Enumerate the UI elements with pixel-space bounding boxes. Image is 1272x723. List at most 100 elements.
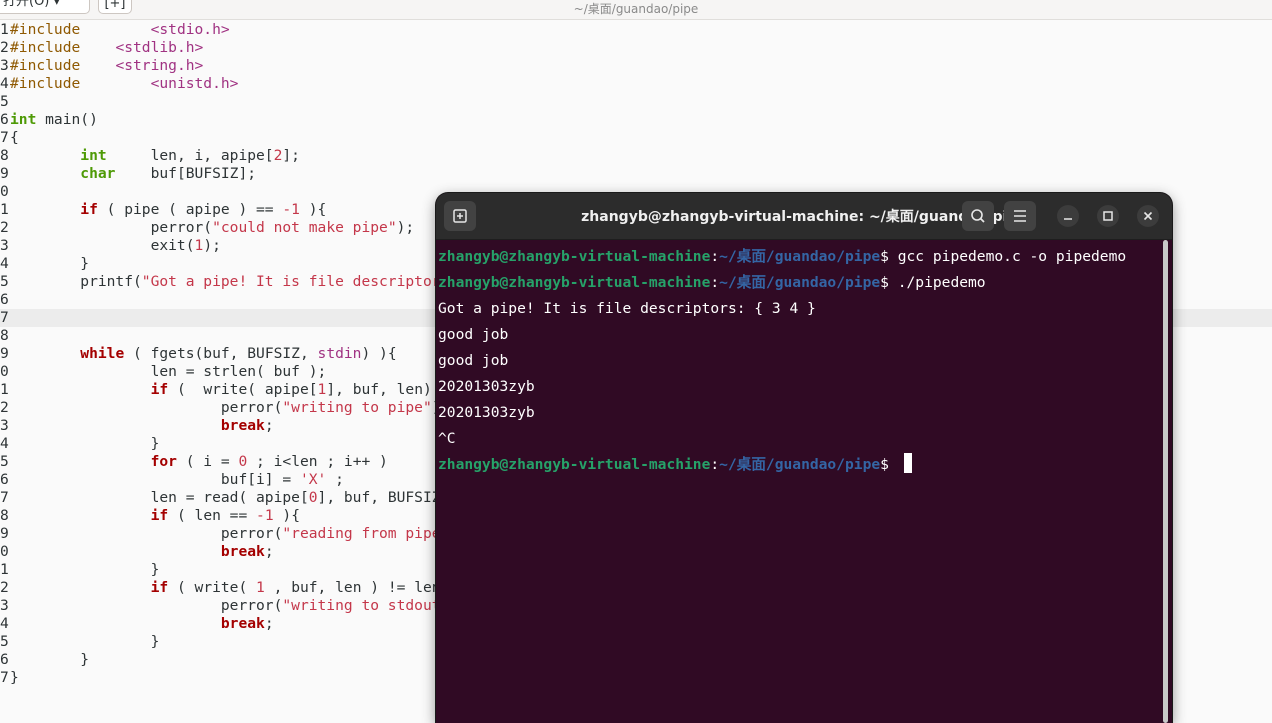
code-line: 4 } (0, 435, 159, 453)
code-line: 3 exit(1); (0, 237, 221, 255)
code-text: break; (220, 543, 274, 560)
terminal-cursor (903, 453, 912, 473)
code-line: 4 break; (0, 615, 274, 633)
code-line: 7{ (0, 129, 19, 147)
code-text: if ( pipe ( apipe ) == -1 ){ (80, 201, 327, 218)
code-line: 3 break; (0, 417, 274, 435)
terminal-window[interactable]: zhangyb@zhangyb-virtual-machine: ~/桌面/gu… (436, 193, 1172, 723)
code-line: 0 len = strlen( buf ); (0, 363, 326, 381)
code-line: 1#include <stdio.h> (0, 21, 230, 39)
line-number: 6 (0, 111, 9, 128)
terminal-scrollbar[interactable] (1163, 240, 1168, 723)
new-tab-icon (453, 209, 467, 223)
terminal-output-line: 20201303zyb (438, 378, 535, 395)
search-button[interactable] (962, 201, 994, 231)
code-line: 3#include <string.h> (0, 57, 203, 75)
code-line: 9 perror("reading from pipe"); (0, 525, 467, 543)
maximize-button[interactable] (1097, 205, 1119, 227)
line-number: 2 (0, 219, 9, 236)
code-line: 7} (0, 669, 19, 687)
search-icon (971, 209, 985, 223)
close-icon (1143, 211, 1153, 221)
new-tab-button-terminal[interactable] (444, 201, 476, 231)
code-line: 4#include <unistd.h> (0, 75, 238, 93)
terminal-prompt-line: zhangyb@zhangyb-virtual-machine:~/桌面/gua… (438, 248, 1127, 265)
menu-button[interactable] (1004, 201, 1036, 231)
code-text: if ( len == -1 ){ (150, 507, 300, 524)
code-line: 8 int len, i, apipe[2]; (0, 147, 300, 165)
line-number: 5 (0, 633, 9, 650)
line-number: 9 (0, 525, 9, 542)
code-line: 0 break; (0, 543, 274, 561)
maximize-icon (1103, 211, 1113, 221)
code-text: } (10, 651, 90, 668)
close-button[interactable] (1137, 205, 1159, 227)
code-text: } (10, 435, 160, 452)
code-line: 9 char buf[BUFSIZ]; (0, 165, 256, 183)
line-number: 4 (0, 435, 9, 452)
line-number: 5 (0, 273, 9, 290)
code-line: 2 perror("writing to pipe"); (0, 399, 449, 417)
line-number: 5 (0, 453, 9, 470)
terminal-output-line: ^C (438, 430, 456, 447)
line-number: 3 (0, 57, 9, 74)
code-line: 5 for ( i = 0 ; i<len ; i++ ) (0, 453, 388, 471)
terminal-output-line: good job (438, 352, 509, 369)
code-text: #include <string.h> (10, 57, 204, 74)
code-text: break; (220, 615, 274, 632)
code-text: { (10, 129, 19, 146)
code-line: 6 } (0, 651, 89, 669)
line-number: 8 (0, 327, 9, 344)
code-text: int len, i, apipe[2]; (80, 147, 300, 164)
line-number: 6 (0, 471, 9, 488)
line-number: 6 (0, 291, 9, 308)
line-number: 3 (0, 237, 9, 254)
line-number: 3 (0, 417, 9, 434)
code-line: 4 } (0, 255, 89, 273)
terminal-output-line: 20201303zyb (438, 404, 535, 421)
line-number: 4 (0, 255, 9, 272)
code-line: 2#include <stdlib.h> (0, 39, 203, 57)
minimize-button[interactable] (1057, 205, 1079, 227)
code-text: int main() (10, 111, 98, 128)
terminal-output-line: good job (438, 326, 509, 343)
line-number: 0 (0, 543, 9, 560)
code-text: } (10, 255, 90, 272)
line-number: 0 (0, 363, 9, 380)
terminal-prompt-line: zhangyb@zhangyb-virtual-machine:~/桌面/gua… (438, 452, 912, 478)
code-line: 6 buf[i] = 'X' ; (0, 471, 344, 489)
line-number: 1 (0, 381, 9, 398)
code-text: char buf[BUFSIZ]; (80, 165, 257, 182)
code-line: 6int main() (0, 111, 98, 129)
code-text: #include <stdlib.h> (10, 39, 204, 56)
minimize-icon (1064, 218, 1072, 220)
code-text: perror("reading from pipe"); (10, 525, 467, 542)
code-text: } (10, 669, 19, 686)
code-line: 2 perror("could not make pipe"); (0, 219, 414, 237)
code-line: 5 } (0, 633, 159, 651)
terminal-body[interactable]: zhangyb@zhangyb-virtual-machine:~/桌面/gua… (436, 240, 1172, 723)
code-text: buf[i] = 'X' ; (10, 471, 344, 488)
line-number: 5 (0, 93, 9, 110)
code-text: } (10, 561, 160, 578)
code-text: len = strlen( buf ); (10, 363, 327, 380)
code-text: perror("could not make pipe"); (10, 219, 415, 236)
code-text: exit(1); (10, 237, 221, 254)
line-number: 4 (0, 615, 9, 632)
code-line: 8 if ( len == -1 ){ (0, 507, 300, 525)
code-text: #include <unistd.h> (10, 75, 239, 92)
line-number: 7 (0, 129, 9, 146)
line-number: 2 (0, 579, 9, 596)
code-text: while ( fgets(buf, BUFSIZ, stdin) ){ (80, 345, 397, 362)
file-path-subtitle: ~/桌面/guandao/pipe (573, 2, 699, 16)
code-text: perror("writing to stdout"); (10, 597, 467, 614)
line-number: 9 (0, 165, 9, 182)
code-line: 1 } (0, 561, 159, 579)
editor-header-bar: 打开(O) ▾ [+] ~/桌面/guandao/pipe (0, 0, 1272, 20)
line-number: 4 (0, 75, 9, 92)
line-number: 1 (0, 561, 9, 578)
code-line: 0 (0, 183, 10, 201)
line-number: 8 (0, 147, 9, 164)
code-line: 8 (0, 327, 10, 345)
code-line: 7 len = read( apipe[0], buf, BUFSIZ ) ; (0, 489, 476, 507)
